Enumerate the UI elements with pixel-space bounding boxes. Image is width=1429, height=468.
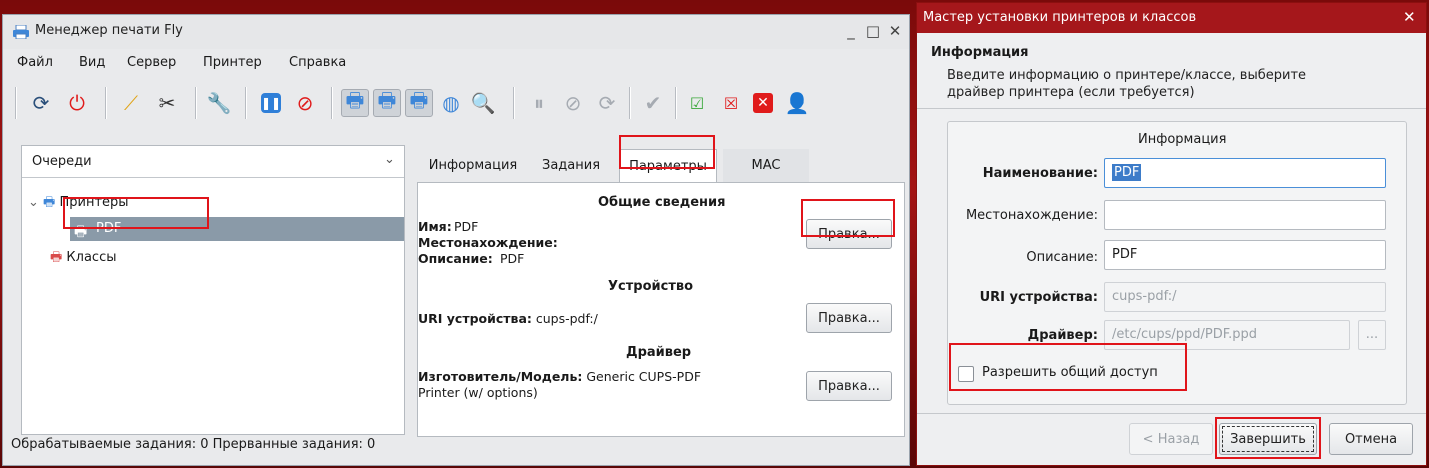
tools-icon[interactable]: 🔧 [205,89,233,117]
printers-icon: 🖶 [43,195,56,210]
menu-file[interactable]: Файл [17,53,53,72]
name-value: PDF [454,219,479,234]
highlight-share [949,343,1187,391]
highlight-params-tab [619,135,715,169]
wizard-desc-1: Введите информацию о принтере/классе, вы… [947,68,1307,83]
browse-driver-button: ... [1358,320,1386,350]
cancel-job-icon: ⊘ [564,91,582,115]
menu-view[interactable]: Вид [79,53,105,72]
chevron-down-icon: ⌄ [384,152,395,167]
refresh-icon[interactable]: ⟳ [27,89,55,117]
back-button: < Назад [1129,423,1213,455]
highlight-finish [1215,417,1321,459]
stop-icon[interactable]: ⊘ [291,89,319,117]
printer-settings-icon[interactable]: 🖶 [405,88,433,117]
menu-printer[interactable]: Принтер [203,53,262,72]
queues-combo-label: Очереди [32,154,92,169]
user-icon[interactable]: 👤 [783,89,811,117]
edit-device-button[interactable]: Правка... [806,303,892,333]
restart-job-icon: ⟳ [598,91,616,115]
printer-icon[interactable]: 🖶 [341,88,369,117]
check-disabled-icon: ✔ [644,91,662,115]
uri-label: URI устройства: [418,311,532,326]
print-manager-window: Менеджер печати Fly _ □ ✕ Файл Вид Серве… [2,14,910,466]
uri-field-label: URI устройства: [979,290,1098,305]
accept-icon[interactable]: ☑ [683,89,711,117]
name-field-value: PDF [1112,164,1142,181]
uri-field: cups-pdf:/ [1104,282,1386,312]
wizard-close-icon[interactable]: ✕ [1403,8,1416,26]
driver-header: Драйвер [626,345,692,360]
titlebar: Менеджер печати Fly _ □ ✕ [3,15,909,49]
driver-field-label: Драйвер: [1027,328,1098,343]
queues-combo[interactable]: Очереди ⌄ [22,146,404,178]
general-header: Общие сведения [598,195,726,210]
highlight-pdf [63,197,209,229]
description-label: Описание: [418,251,493,266]
name-label: Имя: [418,219,452,234]
tree-item-classes[interactable]: 🖶 Классы [22,246,404,270]
menubar: Файл Вид Сервер Принтер Справка [3,53,909,75]
cancel-button[interactable]: Отмена [1329,423,1413,455]
scissors-icon[interactable]: ✂ [153,89,181,117]
power-icon[interactable]: ⏻ [63,89,91,117]
wizard-titlebar: Мастер установки принтеров и классов ✕ [917,3,1426,33]
location-field[interactable] [1104,200,1386,230]
name-field[interactable]: PDF [1104,158,1386,188]
description-field[interactable]: PDF [1104,240,1386,270]
tab-info[interactable]: Информация [417,149,529,183]
search-icon[interactable]: 🔍 [469,89,497,117]
classes-icon: 🖶 [50,250,63,265]
tree-label-classes: Классы [66,250,117,265]
model-label: Изготовитель/Модель: [418,369,583,384]
printer-wizard-window: Мастер установки принтеров и классов ✕ И… [916,2,1427,466]
network-printer-icon[interactable]: ◍ [437,89,465,117]
maximize-icon[interactable]: □ [863,21,883,41]
expand-icon[interactable]: ⌄ [28,195,39,210]
model-value: Generic CUPS-PDF [586,369,702,384]
device-header: Устройство [608,279,694,294]
magic-wand-icon[interactable]: ⟋ [117,89,145,117]
reject-icon[interactable]: ☒ [717,89,745,117]
description-value: PDF [500,251,525,266]
wizard-heading: Информация [931,45,1029,60]
location-label: Местонахождение: [418,235,558,250]
printer-app-icon [13,25,29,39]
status-bar: Обрабатываемые задания: 0 Прерванные зад… [11,437,376,452]
description-field-label: Описание: [1026,250,1098,265]
name-field-label: Наименование: [982,166,1098,181]
model-value-cont: Printer (w/ options) [418,385,538,400]
close-icon[interactable]: ✕ [885,21,905,41]
edit-driver-button[interactable]: Правка... [806,371,892,401]
queues-panel: Очереди ⌄ ⌄ 🖶 Принтеры PDF 🖶 🖶 Классы [21,145,405,435]
wizard-desc-2: драйвер принтера (если требуется) [947,85,1195,100]
location-field-label: Местонахождение: [965,208,1098,223]
group-title: Информация [1138,132,1227,147]
tab-mac[interactable]: MAC [723,149,809,183]
printer-jobs-icon[interactable]: 🖶 [373,88,401,117]
pause-job-icon: ⏸ [534,91,544,115]
wizard-title: Мастер установки принтеров и классов [923,10,1197,25]
uri-value: cups-pdf:/ [535,311,598,326]
tab-jobs[interactable]: Задания [531,149,611,183]
menu-server[interactable]: Сервер [127,53,176,72]
minimize-icon[interactable]: _ [841,21,861,41]
tab-bar: Информация Задания Параметры MAC [417,149,809,183]
toolbar: ⟳ ⏻ ⟋ ✂ 🔧 ❚❚ ⊘ 🖶 🖶 🖶 ◍ 🔍 ⏸ ⊘ ⟳ ✔ ☑ ☒ ✕ 👤 [13,83,903,123]
pause-icon[interactable]: ❚❚ [257,89,285,117]
delete-icon[interactable]: ✕ [749,89,777,117]
window-title: Менеджер печати Fly [35,23,183,38]
highlight-edit-button [801,199,895,237]
menu-help[interactable]: Справка [289,53,346,72]
